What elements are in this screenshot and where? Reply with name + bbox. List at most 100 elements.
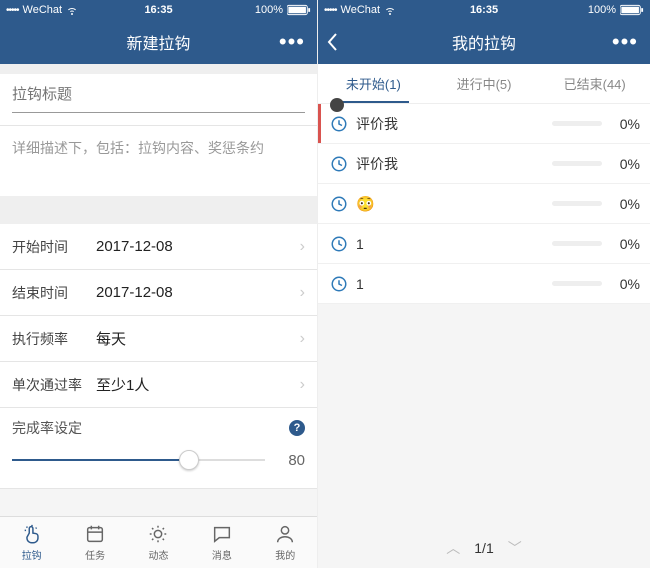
clock-icon xyxy=(330,235,348,253)
slider-thumb[interactable] xyxy=(179,450,199,470)
item-pct: 0% xyxy=(612,116,640,132)
battery-pct: 100% xyxy=(588,4,616,16)
completion-slider[interactable] xyxy=(12,450,265,470)
pager: ︿ 1/1 ﹀ xyxy=(318,538,650,558)
tab-label: 拉钩 xyxy=(22,547,42,562)
slider-label: 完成率设定 xyxy=(12,418,82,438)
status-time: 16:35 xyxy=(144,4,172,16)
pass-rate-row[interactable]: 单次通过率 至少1人 › xyxy=(0,362,317,408)
row-value: 2017-12-08 xyxy=(96,238,300,255)
tab-label: 任务 xyxy=(85,547,105,562)
unread-dot-icon xyxy=(330,98,344,112)
progress-bar xyxy=(552,161,602,166)
item-label: 1 xyxy=(356,276,552,292)
item-list: 评价我 0% 评价我 0% 😳 0% 1 0% xyxy=(318,104,650,304)
list-item[interactable]: 1 0% xyxy=(318,264,650,304)
nav-title: 我的拉钩 xyxy=(452,30,516,54)
list-content: 未开始(1) 进行中(5) 已结束(44) 评价我 0% 评价我 0% 😳 xyxy=(318,64,650,568)
title-field-block xyxy=(0,74,317,126)
row-label: 单次通过率 xyxy=(12,375,96,395)
progress-bar xyxy=(552,241,602,246)
progress-bar xyxy=(552,281,602,286)
calendar-icon xyxy=(84,523,106,545)
tab-label: 我的 xyxy=(275,547,295,562)
signal-dots-icon: ••••• xyxy=(324,5,337,16)
item-pct: 0% xyxy=(612,196,640,212)
battery-icon xyxy=(287,4,311,16)
completion-rate-block: 完成率设定 ? 80 xyxy=(0,408,317,489)
sun-icon xyxy=(147,523,169,545)
help-icon[interactable]: ? xyxy=(289,420,305,436)
tab-label: 消息 xyxy=(212,547,232,562)
wifi-icon xyxy=(66,4,78,16)
tab-messages[interactable]: 消息 xyxy=(211,523,233,562)
chat-icon xyxy=(211,523,233,545)
more-icon[interactable]: ••• xyxy=(612,20,638,64)
nav-bar: 我的拉钩 ••• xyxy=(318,20,650,64)
row-label: 开始时间 xyxy=(12,237,96,257)
more-icon[interactable]: ••• xyxy=(279,20,305,64)
right-phone-screen: ••••• WeChat 16:35 100% 我的拉钩 ••• 未开始(1) … xyxy=(318,0,650,568)
status-tabs: 未开始(1) 进行中(5) 已结束(44) xyxy=(318,64,650,104)
highlight-bar xyxy=(318,104,321,143)
chevron-right-icon: › xyxy=(300,376,305,394)
item-label: 评价我 xyxy=(356,114,552,134)
page-next-button[interactable]: ﹀ xyxy=(508,538,522,558)
bottom-tab-bar: 拉钩 任务 动态 消息 我的 xyxy=(0,516,317,568)
tab-in-progress[interactable]: 进行中(5) xyxy=(429,64,540,103)
item-pct: 0% xyxy=(612,156,640,172)
nav-bar: 新建拉钩 ••• xyxy=(0,20,317,64)
clock-icon xyxy=(330,115,348,133)
list-item[interactable]: 😳 0% xyxy=(318,184,650,224)
row-label: 执行频率 xyxy=(12,329,96,349)
list-item[interactable]: 评价我 0% xyxy=(318,144,650,184)
left-phone-screen: ••••• WeChat 16:35 100% 新建拉钩 ••• 详细描述下，包… xyxy=(0,0,318,568)
battery-pct: 100% xyxy=(255,4,283,16)
row-label: 结束时间 xyxy=(12,283,96,303)
title-input[interactable] xyxy=(12,86,305,103)
row-value: 2017-12-08 xyxy=(96,284,300,301)
back-button[interactable] xyxy=(326,20,340,64)
row-value: 至少1人 xyxy=(96,374,300,395)
item-pct: 0% xyxy=(612,276,640,292)
tab-finished[interactable]: 已结束(44) xyxy=(539,64,650,103)
tab-label: 动态 xyxy=(148,547,168,562)
clock-icon xyxy=(330,195,348,213)
tab-mine[interactable]: 我的 xyxy=(274,523,296,562)
slider-value: 80 xyxy=(277,452,305,469)
row-value: 每天 xyxy=(96,328,300,349)
nav-title: 新建拉钩 xyxy=(126,30,190,54)
page-indicator: 1/1 xyxy=(474,540,493,556)
clock-icon xyxy=(330,155,348,173)
list-item[interactable]: 1 0% xyxy=(318,224,650,264)
status-time: 16:35 xyxy=(470,4,498,16)
chevron-right-icon: › xyxy=(300,330,305,348)
description-input[interactable]: 详细描述下，包括：拉钩内容、奖惩条约 xyxy=(0,126,317,196)
signal-dots-icon: ••••• xyxy=(6,5,19,16)
item-label: 评价我 xyxy=(356,154,552,174)
frequency-row[interactable]: 执行频率 每天 › xyxy=(0,316,317,362)
tab-feed[interactable]: 动态 xyxy=(147,523,169,562)
list-item[interactable]: 评价我 0% xyxy=(318,104,650,144)
hand-tap-icon xyxy=(21,523,43,545)
tab-lagou[interactable]: 拉钩 xyxy=(21,523,43,562)
form-content: 详细描述下，包括：拉钩内容、奖惩条约 开始时间 2017-12-08 › 结束时… xyxy=(0,64,317,568)
item-pct: 0% xyxy=(612,236,640,252)
clock-icon xyxy=(330,275,348,293)
progress-bar xyxy=(552,121,602,126)
carrier-label: WeChat xyxy=(23,4,63,16)
end-time-row[interactable]: 结束时间 2017-12-08 › xyxy=(0,270,317,316)
page-prev-button[interactable]: ︿ xyxy=(446,538,460,558)
tab-not-started[interactable]: 未开始(1) xyxy=(318,64,429,103)
status-bar: ••••• WeChat 16:35 100% xyxy=(0,0,317,20)
battery-icon xyxy=(620,4,644,16)
item-label: 1 xyxy=(356,236,552,252)
start-time-row[interactable]: 开始时间 2017-12-08 › xyxy=(0,224,317,270)
tab-task[interactable]: 任务 xyxy=(84,523,106,562)
chevron-right-icon: › xyxy=(300,238,305,256)
item-label: 😳 xyxy=(356,195,552,213)
status-bar: ••••• WeChat 16:35 100% xyxy=(318,0,650,20)
wifi-icon xyxy=(384,4,396,16)
person-icon xyxy=(274,523,296,545)
chevron-right-icon: › xyxy=(300,284,305,302)
